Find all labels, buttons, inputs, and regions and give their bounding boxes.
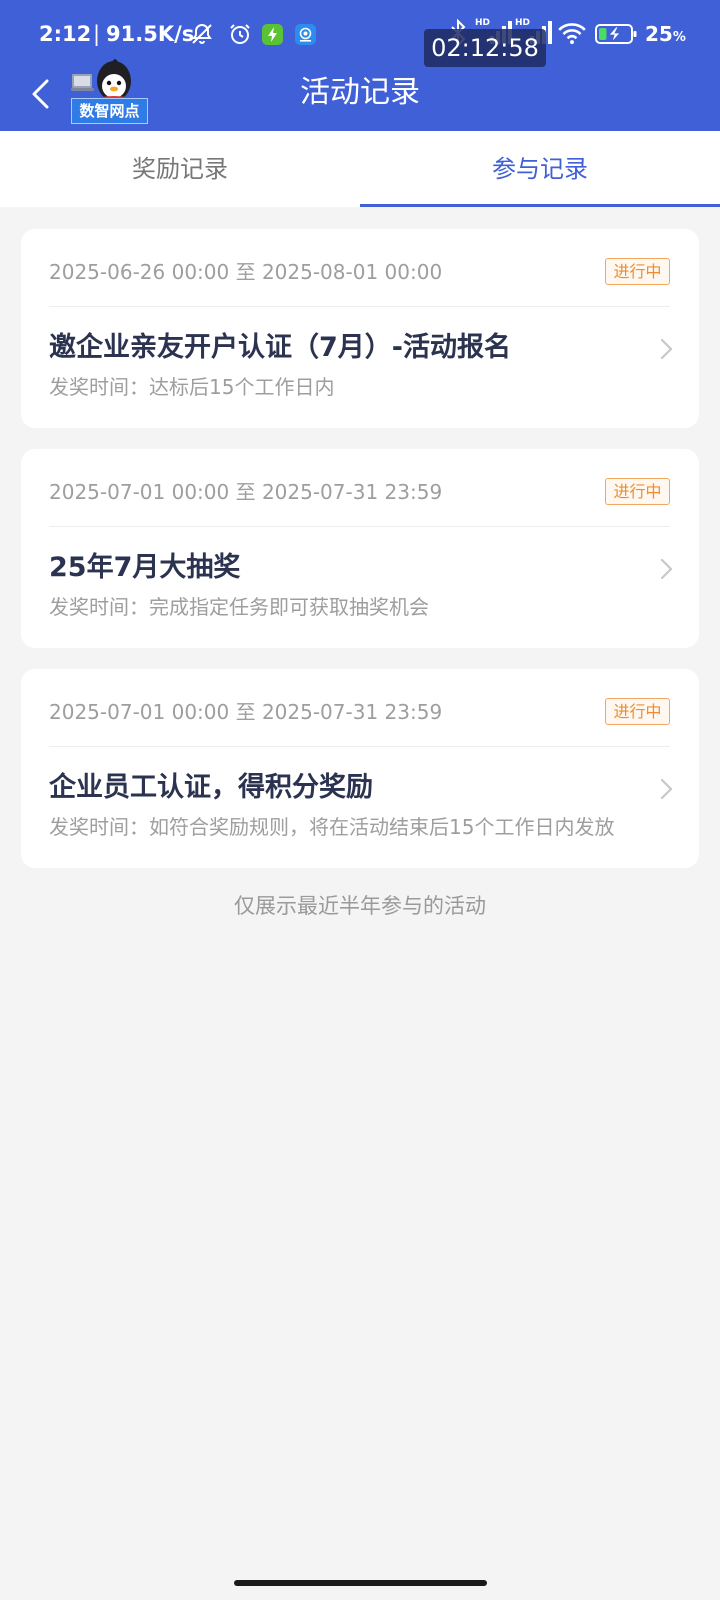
status-badge: 进行中 <box>605 698 670 725</box>
tab-label: 参与记录 <box>492 155 588 183</box>
signal-hd-label: HD <box>515 18 531 28</box>
record-reward-time: 发奖时间：完成指定任务即可获取抽奖机会 <box>49 595 429 619</box>
card-divider <box>49 526 670 527</box>
card-divider <box>49 746 670 747</box>
record-title: 25年7月大抽奖 <box>49 552 241 583</box>
status-time: 2:12 <box>39 22 92 46</box>
battery-saver-icon <box>262 24 283 45</box>
status-separator: | <box>93 22 101 46</box>
battery-percent: 25% <box>645 19 686 53</box>
battery-percent-value: 25 <box>645 22 673 46</box>
record-card[interactable]: 2025-07-01 00:00 至 2025-07-31 23:59 进行中 … <box>21 449 699 648</box>
tab-label: 奖励记录 <box>132 155 228 183</box>
record-period: 2025-06-26 00:00 至 2025-08-01 00:00 <box>49 260 443 284</box>
record-list: 2025-06-26 00:00 至 2025-08-01 00:00 进行中 … <box>21 229 699 889</box>
alarm-clock-icon <box>228 22 252 46</box>
card-divider <box>49 306 670 307</box>
battery-fill <box>599 28 607 40</box>
status-badge: 进行中 <box>605 478 670 505</box>
record-reward-time: 发奖时间：达标后15个工作日内 <box>49 375 335 399</box>
screen-recorder-timer[interactable]: 02:12:58 <box>424 29 546 67</box>
network-speed: 91.5K/s <box>106 22 195 46</box>
chevron-right-icon <box>659 778 673 800</box>
record-title: 邀企业亲友开户认证（7月）-活动报名 <box>49 332 511 363</box>
signal-hd-label: HD <box>475 18 491 28</box>
app-notification-icon <box>295 24 316 45</box>
mute-notification-icon <box>190 22 214 46</box>
status-badge: 进行中 <box>605 258 670 285</box>
chevron-right-icon <box>659 338 673 360</box>
page-title: 活动记录 <box>300 75 420 110</box>
tab-bar: 奖励记录 参与记录 <box>0 131 720 207</box>
battery-percent-unit: % <box>672 30 686 45</box>
record-period: 2025-07-01 00:00 至 2025-07-31 23:59 <box>49 700 443 724</box>
footer-note: 仅展示最近半年参与的活动 <box>234 894 486 918</box>
chevron-right-icon <box>659 558 673 580</box>
wifi-icon <box>557 21 587 45</box>
record-card[interactable]: 2025-07-01 00:00 至 2025-07-31 23:59 进行中 … <box>21 669 699 868</box>
active-tab-indicator <box>360 204 720 207</box>
app-header: 2:12 | 91.5K/s HD HD 25% 02:12:58 数智网点 活… <box>0 0 720 131</box>
tab-participation-records[interactable]: 参与记录 <box>360 131 720 207</box>
tab-reward-records[interactable]: 奖励记录 <box>0 131 360 207</box>
battery-charging-icon <box>595 23 639 45</box>
record-card[interactable]: 2025-06-26 00:00 至 2025-08-01 00:00 进行中 … <box>21 229 699 428</box>
home-indicator[interactable] <box>234 1580 487 1586</box>
record-title: 企业员工认证，得积分奖励 <box>49 772 373 803</box>
record-period: 2025-07-01 00:00 至 2025-07-31 23:59 <box>49 480 443 504</box>
record-reward-time: 发奖时间：如符合奖励规则，将在活动结束后15个工作日内发放 <box>49 815 615 839</box>
